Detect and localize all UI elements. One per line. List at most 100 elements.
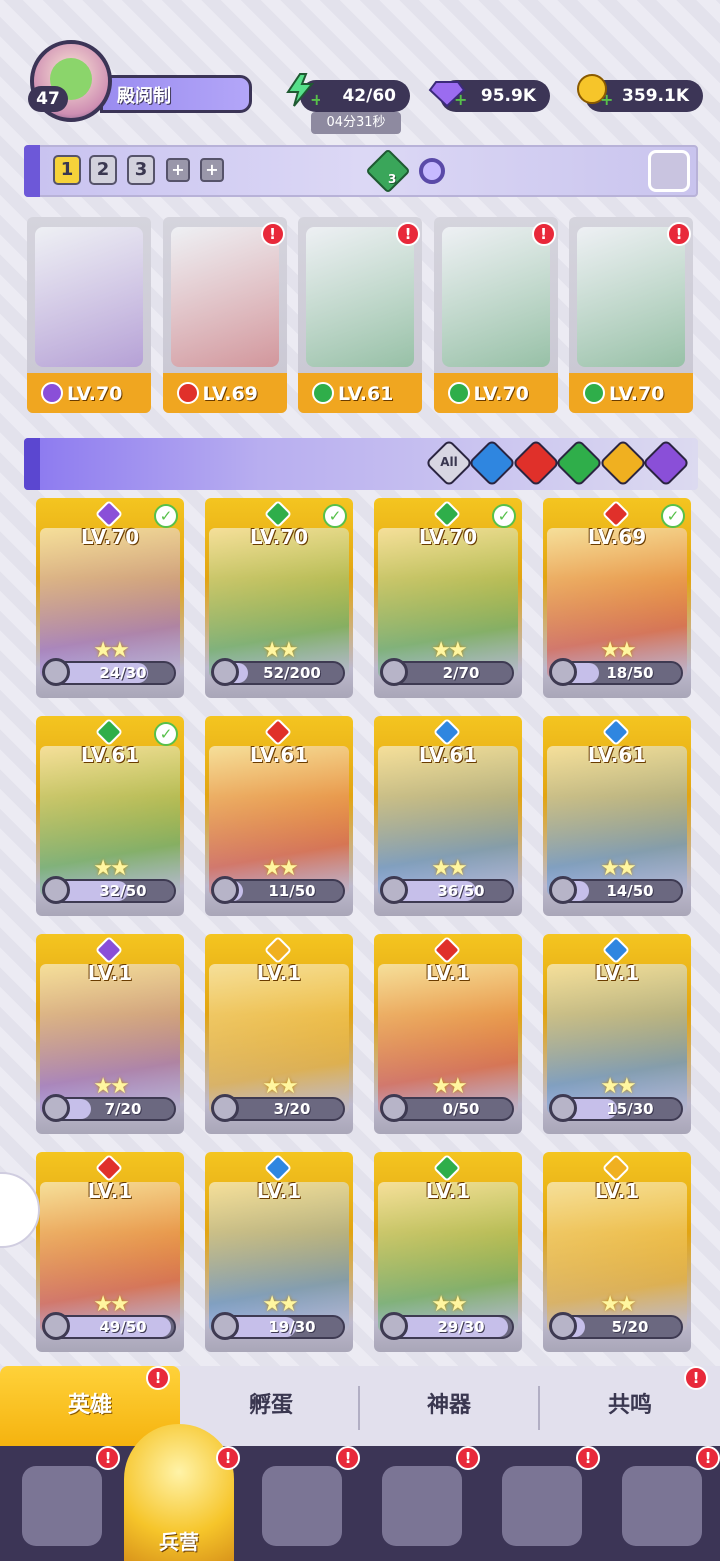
barracks-label: 兵营 [159, 1530, 199, 1554]
team-tab-1[interactable]: 1 [53, 155, 81, 185]
hero-card[interactable]: LV.1 ★★ 49/50 [36, 1152, 184, 1352]
dark-element-icon [94, 935, 124, 965]
hero-level: LV.1 [256, 961, 302, 985]
fire-element-icon [94, 1153, 124, 1183]
energy-bolt-icon[interactable]: + [282, 72, 320, 108]
add-team-button-2[interactable]: + [200, 158, 224, 182]
water-element-icon [263, 1153, 293, 1183]
lineup-level: LV.70 [473, 383, 529, 405]
soul-shard-icon [211, 1094, 239, 1122]
hero-level: LV.1 [87, 961, 133, 985]
nav-mushroom-alert: ! [576, 1446, 600, 1470]
hero-level: LV.70 [249, 525, 309, 549]
lineup-slot[interactable]: LV.70 [569, 217, 693, 413]
soul-shard-icon [380, 1312, 408, 1340]
soul-shard-icon [42, 1094, 70, 1122]
hero-portrait [306, 227, 414, 367]
lineup-slot[interactable]: LV.70 [433, 217, 558, 413]
fire-element-icon [176, 382, 199, 404]
hero-card[interactable]: LV.61 ★★ 11/50 [205, 716, 353, 916]
hero-card[interactable]: LV.1 ★★ 3/20 [205, 934, 353, 1134]
hero-card[interactable]: LV.61 ★★ 36/50 [374, 716, 522, 916]
svg-text:+: + [310, 90, 320, 108]
soul-shard-icon [380, 1094, 408, 1122]
team-tab-2[interactable]: 2 [89, 155, 117, 185]
hero-card[interactable]: LV.1 ★★ 0/50 [374, 934, 522, 1134]
hero-card[interactable]: LV.1 ★★ 29/30 [374, 1152, 522, 1352]
energy-timer: 04分31秒 [311, 112, 401, 134]
soul-shard-icon [549, 1312, 577, 1340]
player-name: 殿阅制 [117, 86, 171, 107]
shard-progress-text: 52/200 [263, 664, 321, 682]
mushroom-house-icon[interactable] [502, 1466, 582, 1546]
lineup-slot[interactable]: LV.69 [162, 217, 287, 413]
fire-element-icon [263, 717, 293, 747]
shard-progress-text: 3/20 [273, 1100, 311, 1118]
map-book-icon[interactable] [262, 1466, 342, 1546]
hero-card[interactable]: LV.1 ★★ 5/20 [543, 1152, 691, 1352]
nav-barracks-alert: ! [216, 1446, 240, 1470]
gold-coin-icon[interactable]: + [574, 72, 612, 108]
svg-text:+: + [454, 90, 466, 108]
nature-element-icon [583, 382, 605, 404]
hero-card[interactable]: ✓ LV.61 ★★ 32/50 [36, 716, 184, 916]
hero-card[interactable]: ✓ LV.70 ★★ 24/30 [36, 498, 184, 698]
castle-icon[interactable] [382, 1466, 462, 1546]
hero-level: LV.1 [256, 1179, 302, 1203]
hero-card[interactable]: ✓ LV.69 ★★ 18/50 [543, 498, 691, 698]
tab-artifact[interactable]: 神器 [360, 1366, 538, 1446]
shard-progress-text: 19/30 [268, 1318, 316, 1336]
shard-progress-text: 14/50 [606, 882, 654, 900]
hero-portrait [577, 227, 685, 367]
soul-shard-icon [380, 658, 408, 686]
share-icon[interactable] [648, 150, 690, 192]
hero-level: LV.70 [418, 525, 478, 549]
hero-level: LV.1 [87, 1179, 133, 1203]
hero-card[interactable]: LV.1 ★★ 15/30 [543, 934, 691, 1134]
cards-icon[interactable] [22, 1466, 102, 1546]
magnify-icon[interactable] [419, 158, 445, 184]
hero-card[interactable]: ✓ LV.70 ★★ 52/200 [205, 498, 353, 698]
hero-card[interactable]: ✓ LV.70 ★★ 2/70 [374, 498, 522, 698]
hero-level: LV.61 [80, 743, 140, 767]
filter-bar-accent [24, 438, 40, 490]
nature-element-icon [263, 499, 293, 529]
nature-element-icon [447, 382, 470, 404]
filter-all-label: All [440, 455, 458, 469]
hero-card[interactable]: LV.1 ★★ 19/30 [205, 1152, 353, 1352]
guild-banner-icon[interactable] [622, 1466, 702, 1546]
player-level-badge: 47 [28, 86, 68, 112]
hero-card[interactable]: LV.61 ★★ 14/50 [543, 716, 691, 916]
hero-card[interactable]: LV.1 ★★ 7/20 [36, 934, 184, 1134]
lineup-alert: ! [531, 222, 556, 246]
gem-icon[interactable]: + [428, 72, 466, 108]
shard-progress-text: 2/70 [442, 664, 480, 682]
hero-level: LV.1 [594, 961, 640, 985]
nature-element-icon [312, 382, 334, 404]
lineup-alert: ! [396, 222, 420, 246]
shard-progress-text: 24/30 [99, 664, 147, 682]
team-selector-bar [24, 145, 698, 197]
hero-level: LV.61 [418, 743, 478, 767]
hero-level: LV.1 [594, 1179, 640, 1203]
hero-level: LV.61 [587, 743, 647, 767]
nature-element-icon [432, 499, 462, 529]
soul-shard-icon [42, 876, 70, 904]
soul-shard-icon [42, 1312, 70, 1340]
nav-castle-alert: ! [456, 1446, 480, 1470]
lineup-slot[interactable]: LV.70 [27, 217, 151, 413]
nav-banner-alert: ! [696, 1446, 720, 1470]
hero-level: LV.70 [80, 525, 140, 549]
add-team-button-1[interactable]: + [166, 158, 190, 182]
nature-element-icon [432, 1153, 462, 1183]
hero-portrait [35, 227, 143, 367]
hero-level: LV.1 [425, 1179, 471, 1203]
nav-cards-alert: ! [96, 1446, 120, 1470]
soul-shard-icon [549, 876, 577, 904]
lineup-slot[interactable]: LV.61 [298, 217, 422, 413]
player-name-bar[interactable]: 殿阅制 [100, 75, 252, 113]
shard-progress-text: 36/50 [437, 882, 485, 900]
dark-element-icon [94, 499, 124, 529]
team-tab-3[interactable]: 3 [127, 155, 155, 185]
soul-shard-icon [211, 1312, 239, 1340]
